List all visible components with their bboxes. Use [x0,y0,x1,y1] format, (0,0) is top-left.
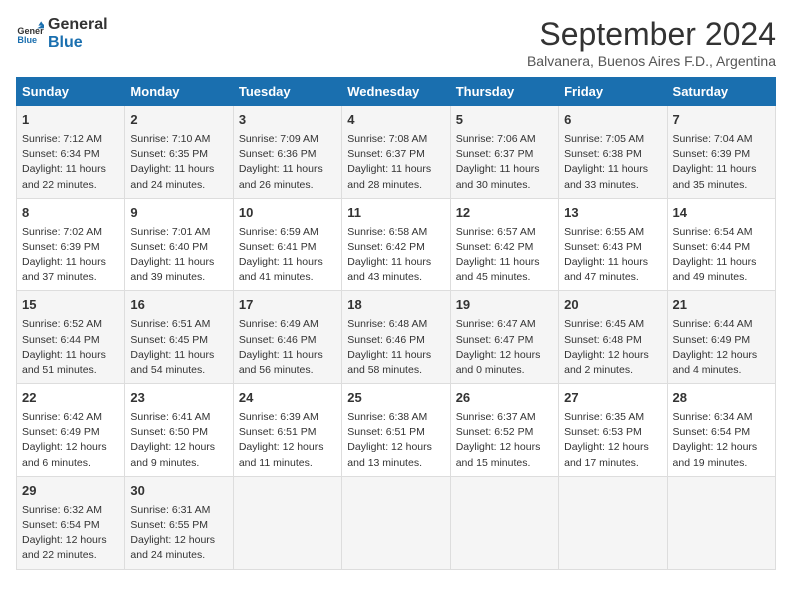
table-row: 29Sunrise: 6:32 AMSunset: 6:54 PMDayligh… [17,476,125,569]
calendar-week-4: 29Sunrise: 6:32 AMSunset: 6:54 PMDayligh… [17,476,776,569]
col-saturday: Saturday [667,78,775,106]
table-row: 6Sunrise: 7:05 AMSunset: 6:38 PMDaylight… [559,106,667,199]
table-row [450,476,558,569]
table-row: 13Sunrise: 6:55 AMSunset: 6:43 PMDayligh… [559,198,667,291]
calendar-week-0: 1Sunrise: 7:12 AMSunset: 6:34 PMDaylight… [17,106,776,199]
table-row: 14Sunrise: 6:54 AMSunset: 6:44 PMDayligh… [667,198,775,291]
col-thursday: Thursday [450,78,558,106]
location-subtitle: Balvanera, Buenos Aires F.D., Argentina [527,53,776,69]
table-row: 25Sunrise: 6:38 AMSunset: 6:51 PMDayligh… [342,384,450,477]
table-row: 21Sunrise: 6:44 AMSunset: 6:49 PMDayligh… [667,291,775,384]
title-block: September 2024 Balvanera, Buenos Aires F… [527,16,776,69]
table-row: 22Sunrise: 6:42 AMSunset: 6:49 PMDayligh… [17,384,125,477]
col-tuesday: Tuesday [233,78,341,106]
table-row: 2Sunrise: 7:10 AMSunset: 6:35 PMDaylight… [125,106,233,199]
table-row: 18Sunrise: 6:48 AMSunset: 6:46 PMDayligh… [342,291,450,384]
calendar-table: Sunday Monday Tuesday Wednesday Thursday… [16,77,776,570]
table-row: 16Sunrise: 6:51 AMSunset: 6:45 PMDayligh… [125,291,233,384]
table-row: 24Sunrise: 6:39 AMSunset: 6:51 PMDayligh… [233,384,341,477]
table-row: 26Sunrise: 6:37 AMSunset: 6:52 PMDayligh… [450,384,558,477]
table-row: 9Sunrise: 7:01 AMSunset: 6:40 PMDaylight… [125,198,233,291]
table-row: 7Sunrise: 7:04 AMSunset: 6:39 PMDaylight… [667,106,775,199]
table-row: 11Sunrise: 6:58 AMSunset: 6:42 PMDayligh… [342,198,450,291]
col-wednesday: Wednesday [342,78,450,106]
table-row: 28Sunrise: 6:34 AMSunset: 6:54 PMDayligh… [667,384,775,477]
col-sunday: Sunday [17,78,125,106]
table-row: 17Sunrise: 6:49 AMSunset: 6:46 PMDayligh… [233,291,341,384]
col-friday: Friday [559,78,667,106]
logo: General Blue General Blue [16,16,108,53]
table-row: 23Sunrise: 6:41 AMSunset: 6:50 PMDayligh… [125,384,233,477]
svg-text:Blue: Blue [17,35,37,45]
logo-general: General [48,16,108,34]
table-row: 1Sunrise: 7:12 AMSunset: 6:34 PMDaylight… [17,106,125,199]
table-row: 10Sunrise: 6:59 AMSunset: 6:41 PMDayligh… [233,198,341,291]
table-row: 4Sunrise: 7:08 AMSunset: 6:37 PMDaylight… [342,106,450,199]
table-row: 19Sunrise: 6:47 AMSunset: 6:47 PMDayligh… [450,291,558,384]
table-row: 20Sunrise: 6:45 AMSunset: 6:48 PMDayligh… [559,291,667,384]
table-row: 30Sunrise: 6:31 AMSunset: 6:55 PMDayligh… [125,476,233,569]
table-row [342,476,450,569]
table-row: 27Sunrise: 6:35 AMSunset: 6:53 PMDayligh… [559,384,667,477]
calendar-week-2: 15Sunrise: 6:52 AMSunset: 6:44 PMDayligh… [17,291,776,384]
table-row: 15Sunrise: 6:52 AMSunset: 6:44 PMDayligh… [17,291,125,384]
table-row: 12Sunrise: 6:57 AMSunset: 6:42 PMDayligh… [450,198,558,291]
table-row: 5Sunrise: 7:06 AMSunset: 6:37 PMDaylight… [450,106,558,199]
table-row [233,476,341,569]
logo-icon: General Blue [16,20,44,48]
calendar-week-3: 22Sunrise: 6:42 AMSunset: 6:49 PMDayligh… [17,384,776,477]
table-row: 8Sunrise: 7:02 AMSunset: 6:39 PMDaylight… [17,198,125,291]
page-header: General Blue General Blue September 2024… [16,16,776,69]
month-title: September 2024 [527,16,776,53]
calendar-header-row: Sunday Monday Tuesday Wednesday Thursday… [17,78,776,106]
calendar-week-1: 8Sunrise: 7:02 AMSunset: 6:39 PMDaylight… [17,198,776,291]
logo-blue: Blue [48,34,108,52]
table-row [667,476,775,569]
col-monday: Monday [125,78,233,106]
table-row [559,476,667,569]
table-row: 3Sunrise: 7:09 AMSunset: 6:36 PMDaylight… [233,106,341,199]
